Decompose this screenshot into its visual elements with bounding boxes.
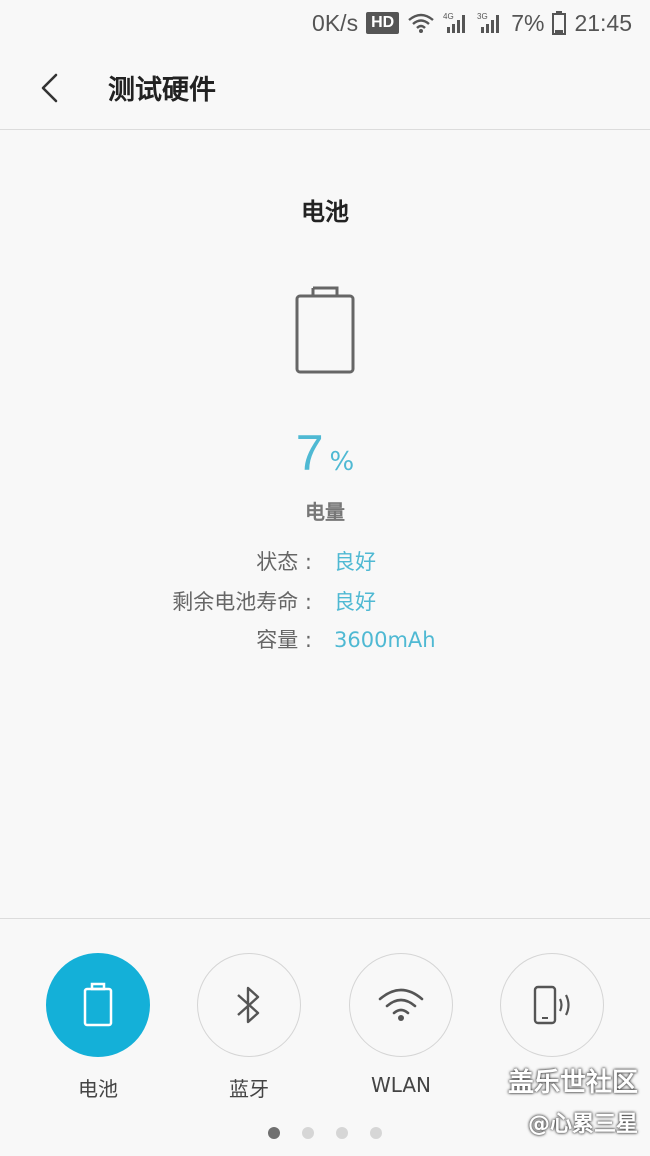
percent-value: 7 [295, 425, 324, 481]
nav-item-battery[interactable]: 电池 [45, 953, 151, 1102]
clock: 21:45 [574, 9, 632, 36]
watermark-line-2: @心累三星 [527, 1112, 638, 1137]
nav-circle-battery[interactable] [46, 953, 150, 1057]
page-dot-4[interactable] [370, 1127, 382, 1139]
signal-4g-icon: 4G [443, 11, 469, 35]
percent-unit: % [329, 447, 355, 477]
capacity-label: 容量 : [256, 628, 312, 652]
battery-icon [293, 284, 357, 378]
network-speed: 0K/s [312, 9, 359, 36]
wifi-icon [378, 988, 424, 1021]
back-button[interactable] [26, 64, 74, 112]
status-value: 良好 [334, 550, 376, 574]
page-dot-3[interactable] [336, 1127, 348, 1139]
screen: 0K/s HD 4G 3G 7% 21:45 测试硬件 电池 7 % 电量 状态… [0, 0, 650, 1156]
nav-item-wlan[interactable]: WLAN [348, 953, 454, 1097]
status-bar: 0K/s HD 4G 3G 7% 21:45 [0, 0, 650, 46]
bluetooth-icon [237, 986, 260, 1024]
nav-label-bluetooth: 蓝牙 [229, 1077, 269, 1101]
wifi-status-icon [407, 12, 435, 34]
watermark: 盖乐世社区 @心累三星 [508, 1062, 638, 1146]
battery-life-value: 良好 [334, 590, 376, 614]
app-bar: 测试硬件 [0, 46, 650, 130]
capacity-row: 容量 : 3600mAh [0, 624, 650, 656]
percent-label: 电量 [305, 500, 345, 524]
vibration-icon [533, 985, 570, 1025]
battery-life-row: 剩余电池寿命 : 良好 [0, 586, 650, 618]
watermark-line-1: 盖乐世社区 [507, 1068, 638, 1098]
page-title: 测试硬件 [108, 75, 216, 106]
section-title: 电池 [301, 198, 349, 226]
battery-percent: 7% [0, 424, 650, 482]
battery-status-icon [552, 11, 567, 35]
net-label-1: 4G [443, 12, 454, 21]
nav-circle-vibration[interactable] [500, 953, 604, 1057]
battery-life-label: 剩余电池寿命 : [172, 590, 312, 614]
back-arrow-icon [41, 73, 58, 103]
nav-item-vibration[interactable] [499, 953, 605, 1073]
status-row: 状态 : 良好 [0, 546, 650, 578]
signal-3g-icon: 3G [477, 11, 503, 35]
battery-percent-status: 7% [511, 9, 545, 36]
capacity-value: 3600mAh [334, 628, 436, 652]
battery-icon [83, 982, 113, 1027]
nav-label-wlan: WLAN [370, 1073, 432, 1097]
status-label: 状态 : [256, 550, 312, 574]
hd-badge: HD [366, 12, 400, 34]
nav-circle-wlan[interactable] [349, 953, 453, 1057]
nav-item-bluetooth[interactable]: 蓝牙 [196, 953, 302, 1102]
page-dot-2[interactable] [302, 1127, 314, 1139]
nav-label-battery: 电池 [78, 1077, 118, 1101]
net-label-2: 3G [477, 12, 488, 21]
nav-circle-bluetooth[interactable] [197, 953, 301, 1057]
page-dot-1[interactable] [268, 1127, 280, 1139]
